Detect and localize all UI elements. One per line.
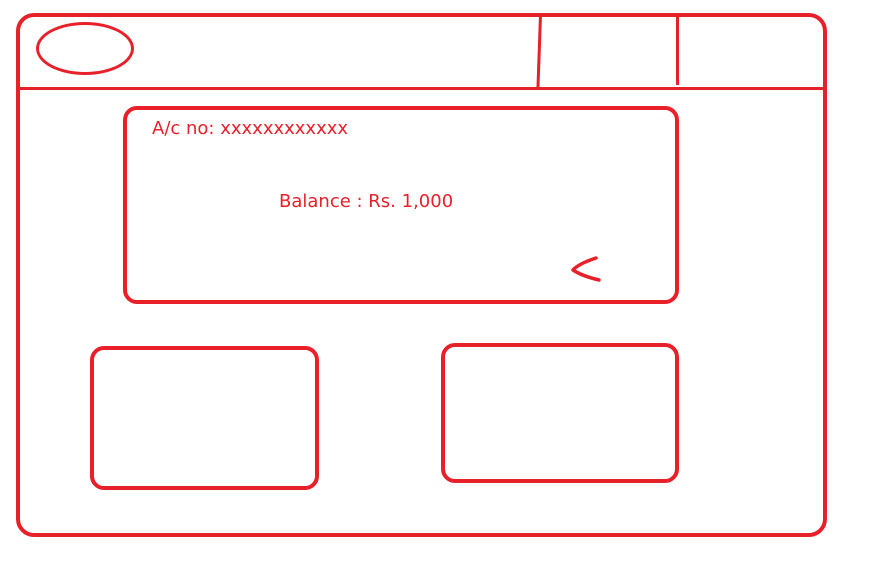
header-divider (16, 87, 827, 90)
action-card-left[interactable] (90, 346, 319, 490)
action-card-right[interactable] (441, 343, 679, 483)
logo-placeholder[interactable] (36, 22, 134, 75)
chevron-left-icon[interactable] (568, 252, 604, 286)
header-nav-slot-1[interactable] (545, 18, 673, 84)
header-divider-2 (676, 15, 679, 85)
account-number: A/c no: xxxxxxxxxxxx (152, 118, 349, 139)
account-balance: Balance : Rs. 1,000 (279, 191, 454, 212)
header-nav-slot-2[interactable] (682, 18, 820, 84)
